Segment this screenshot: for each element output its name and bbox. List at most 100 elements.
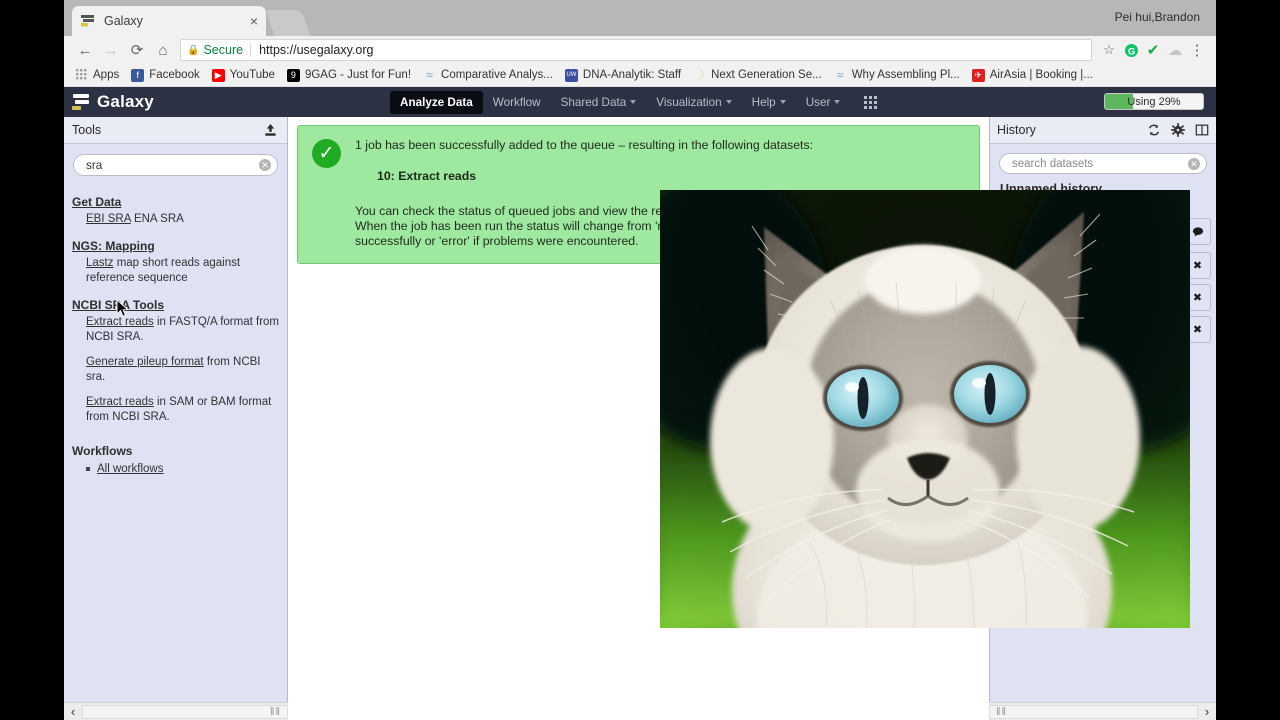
tool-search-wrapper: sra ✕ (64, 144, 287, 182)
youtube-icon: ▶ (211, 68, 225, 82)
refresh-icon[interactable] (1146, 123, 1161, 138)
chevron-down-icon (834, 100, 841, 105)
bookmark-label: Comparative Analys... (441, 69, 553, 81)
tool-entry: Generate pileup format from NCBI sra. (86, 355, 279, 386)
bookmark-label: AirAsia | Booking |... (989, 69, 1093, 81)
nav-item-shared-data[interactable]: Shared Data (551, 91, 647, 114)
bookmark-item[interactable]: UW DNA-Analytik: Staff (560, 67, 686, 84)
os-user-label: Pei hui,Brandon (1114, 10, 1200, 24)
galaxy-logo-icon (72, 94, 90, 110)
tool-panel-resize-grip[interactable]: ‖‖ (270, 706, 281, 718)
bullet-icon (86, 466, 90, 471)
bookmark-star-icon[interactable]: ☆ (1098, 39, 1120, 61)
bookmark-label: 9GAG - Just for Fun! (304, 69, 412, 81)
tool-search-input[interactable]: sra ✕ (73, 154, 278, 176)
tool-entry: Extract reads in FASTQ/A format from NCB… (86, 315, 279, 346)
omnibox-divider (250, 43, 252, 57)
nav-item-label: Workflow (492, 95, 541, 109)
chrome-menu-icon[interactable]: ⋮ (1186, 39, 1208, 61)
tool-panel-footer: ‹ ‖‖ (64, 702, 288, 720)
bookmark-item[interactable]: ☽ Next Generation Se... (688, 67, 827, 84)
tool-panel-title: Tools (72, 123, 102, 137)
home-button[interactable]: ⌂ (150, 37, 176, 63)
success-dataset-name[interactable]: 10: Extract reads (377, 169, 875, 183)
tool-description: ENA SRA (130, 213, 184, 225)
nav-item-visualization[interactable]: Visualization (646, 91, 741, 114)
workflow-link[interactable]: All workflows (97, 463, 163, 475)
disk-usage-label: Using 29% (1127, 95, 1181, 108)
galaxy-logo[interactable]: Galaxy (64, 92, 390, 112)
history-search-input[interactable]: search datasets ✕ (999, 153, 1207, 174)
collapse-tool-panel-button[interactable]: ‹ (64, 704, 82, 719)
history-panel-scrollbar[interactable]: ‖‖ (989, 704, 1198, 719)
upload-icon[interactable] (262, 122, 279, 139)
chevron-down-icon (725, 100, 732, 105)
grammarly-icon[interactable]: G (1120, 39, 1142, 61)
nav-item-analyze-data[interactable]: Analyze Data (390, 90, 483, 114)
galaxy-brand-text: Galaxy (97, 92, 154, 111)
tool-link[interactable]: Lastz (86, 257, 114, 269)
history-search-wrapper: search datasets ✕ (990, 144, 1216, 179)
tool-entry: Extract reads in SAM or BAM format from … (86, 395, 279, 426)
galaxy-favicon-icon (80, 13, 96, 29)
columns-icon[interactable] (1194, 123, 1209, 138)
tool-panel: Tools sra ✕ Get Data EBI SRA ENA SRA NGS: … (64, 117, 288, 720)
bookmark-item[interactable]: f Facebook (126, 67, 205, 84)
clear-icon[interactable]: ✕ (1188, 157, 1200, 170)
ninegag-icon: 9 (286, 68, 300, 82)
browser-tab[interactable]: Galaxy × (72, 6, 266, 36)
reload-button[interactable]: ⟳ (124, 37, 150, 63)
history-panel-footer: ‖‖ › (989, 702, 1216, 720)
delete-icon[interactable]: ✖ (1189, 289, 1206, 306)
disk-usage-bar[interactable]: Using 29% (1104, 93, 1204, 110)
tool-link[interactable]: Extract reads (86, 316, 154, 328)
checkmark-extension-icon[interactable]: ✔ (1142, 39, 1164, 61)
cat-photo-overlay (660, 190, 1190, 628)
nav-item-help[interactable]: Help (742, 91, 796, 114)
bookmark-item[interactable]: ≈ Comparative Analys... (418, 67, 558, 84)
nav-item-label: Visualization (656, 95, 722, 109)
gear-icon[interactable] (1170, 123, 1185, 138)
facebook-icon: f (131, 68, 145, 82)
apps-grid-icon[interactable] (864, 95, 878, 109)
forward-button[interactable]: → (98, 37, 124, 63)
back-button[interactable]: ← (72, 37, 98, 63)
bookmarks-bar: Apps f Facebook ▶ YouTube 9 9GAG - Just for Fu… (64, 64, 1216, 87)
tool-link[interactable]: Generate pileup format (86, 356, 204, 368)
bookmark-label: Next Generation Se... (711, 69, 822, 81)
bookmark-item[interactable]: 9 9GAG - Just for Fun! (282, 67, 416, 84)
history-panel-title: History (997, 123, 1036, 137)
apps-grid-icon (75, 69, 88, 82)
delete-icon[interactable]: ✖ (1189, 257, 1206, 274)
address-bar[interactable]: 🔒 Secure https://usegalaxy.org (180, 39, 1092, 61)
chevron-down-icon (779, 100, 786, 105)
check-circle-icon: ✓ (312, 139, 341, 168)
tool-search-value: sra (86, 158, 103, 172)
delete-icon[interactable]: ✖ (1189, 321, 1206, 338)
tool-section-header: NGS: Mapping (72, 238, 155, 253)
workflow-item: All workflows (86, 463, 279, 475)
tool-entry: Lastz map short reads against reference … (86, 256, 279, 287)
tool-panel-header: Tools (64, 117, 287, 144)
history-panel-resize-grip[interactable]: ‖‖ (996, 706, 1007, 718)
bookmark-item[interactable]: ≈ Why Assembling Pl... (829, 67, 965, 84)
collapse-history-panel-button[interactable]: › (1198, 704, 1216, 719)
tool-section-header: NCBI SRA Tools (72, 297, 164, 312)
bookmark-item[interactable]: ▶ YouTube (207, 67, 280, 84)
browser-toolbar: ← → ⟳ ⌂ 🔒 Secure https://usegalaxy.org ☆… (64, 36, 1216, 64)
tool-entry: EBI SRA ENA SRA (86, 212, 279, 228)
tool-link[interactable]: Extract reads (86, 396, 154, 408)
clear-icon[interactable]: ✕ (259, 159, 271, 171)
cloud-extension-icon[interactable]: ☁ (1164, 39, 1186, 61)
bookmark-label: Facebook (149, 69, 200, 81)
cat-photo-image (660, 190, 1190, 628)
tool-link[interactable]: EBI SRA (86, 213, 131, 225)
comment-icon[interactable] (1189, 223, 1206, 240)
link-chain-icon: ≈ (426, 68, 433, 82)
tab-close-icon[interactable]: × (250, 14, 258, 28)
nav-item-user[interactable]: User (796, 91, 851, 114)
bookmark-item[interactable]: ✈ AirAsia | Booking |... (967, 67, 1098, 84)
bookmark-item[interactable]: Apps (70, 67, 124, 84)
nav-item-workflow[interactable]: Workflow (483, 91, 551, 114)
tool-panel-scrollbar[interactable]: ‖‖ (82, 704, 288, 719)
